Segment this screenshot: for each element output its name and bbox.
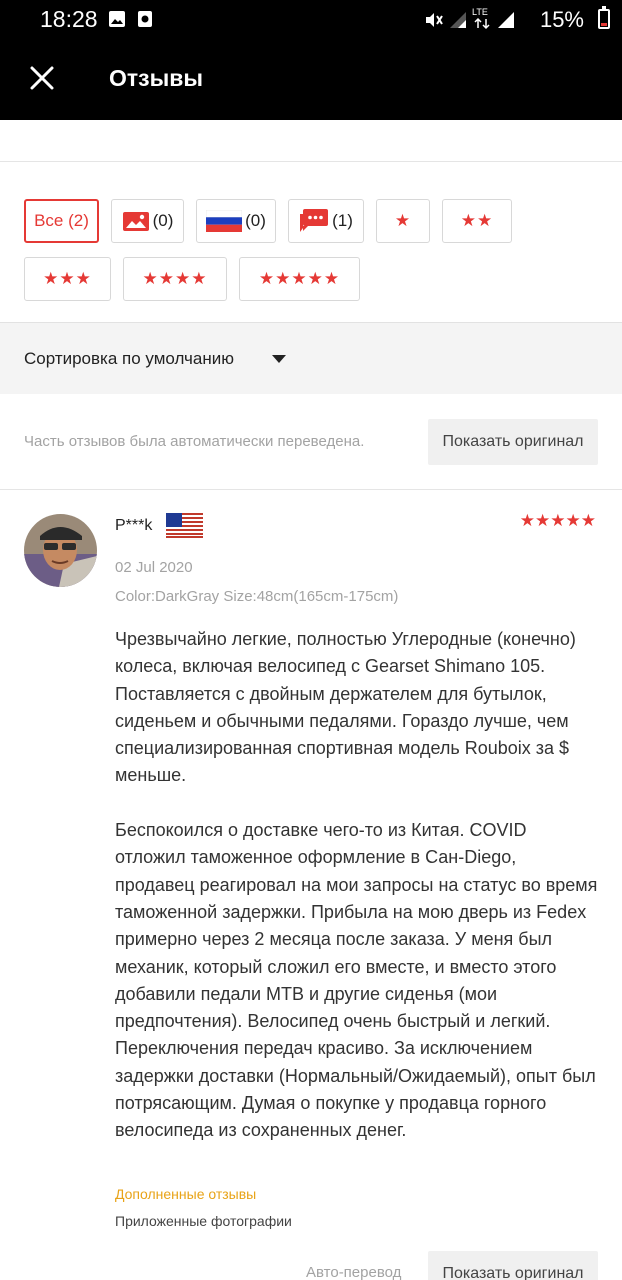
review-text: Чрезвычайно легкие, полностью Углеродные… (115, 629, 598, 1141)
filter-photos-count: (0) (152, 211, 174, 230)
battery-percent: 15% (539, 7, 584, 32)
spacer (0, 120, 622, 162)
translation-notice: Часть отзывов была автоматически перевед… (0, 394, 622, 490)
filter-5-stars[interactable]: ★★★★★ (239, 257, 360, 301)
filter-2-stars[interactable]: ★★ (442, 199, 512, 243)
sort-label: Сортировка по умолчанию (24, 349, 234, 368)
star-icon: ★★★★★ (258, 269, 341, 288)
filter-all-label: Все (2) (34, 211, 89, 230)
additional-reviews-link[interactable]: Дополненные отзывы (115, 1186, 256, 1202)
status-bar: 18:28 LTE 15% (0, 0, 622, 40)
record-icon (138, 11, 152, 27)
us-flag-icon (166, 513, 203, 538)
status-time: 18:28 (40, 6, 98, 32)
signal-icon (450, 12, 466, 28)
avatar (24, 514, 97, 587)
star-icon: ★★★★ (142, 269, 208, 288)
filter-comments[interactable]: (1) (288, 199, 364, 243)
review-variant: Color:DarkGray Size:48cm(165cm-175cm) (115, 588, 399, 605)
filter-1-star[interactable]: ★ (376, 199, 430, 243)
battery-icon (598, 6, 610, 29)
filter-all[interactable]: Все (2) (24, 199, 99, 243)
sort-dropdown[interactable]: Сортировка по умолчанию (0, 322, 622, 394)
filter-comments-count: (1) (332, 211, 353, 230)
close-icon[interactable] (26, 62, 58, 94)
filter-photos[interactable]: (0) (111, 199, 184, 243)
attached-photos-label: Приложенные фотографии (115, 1213, 292, 1229)
mute-icon (426, 13, 443, 27)
filter-country[interactable]: (0) (196, 199, 276, 243)
russia-flag-icon (206, 210, 243, 232)
photo-icon (122, 212, 149, 231)
review-date: 02 Jul 2020 (115, 559, 193, 576)
star-icon: ★★ (460, 211, 494, 230)
filter-4-stars[interactable]: ★★★★ (123, 257, 227, 301)
chevron-down-icon[interactable] (271, 354, 287, 364)
filter-panel: Все (2) (0) (0) (1) ★ ★★ ★★★ ★★★★ ★★★★★ (0, 163, 622, 322)
review-rating: ★★★★★ (519, 511, 596, 530)
star-icon: ★★★ (43, 269, 92, 288)
reviewer-name: P***k (115, 517, 153, 534)
svg-text:LTE: LTE (472, 7, 488, 17)
image-icon (109, 11, 125, 27)
star-icon: ★ (394, 211, 412, 230)
translation-notice-text: Часть отзывов была автоматически перевед… (24, 433, 365, 450)
lte-icon: LTE (472, 7, 490, 30)
show-original-button[interactable]: Показать оригинал (428, 419, 598, 465)
app-bar: Отзывы (0, 40, 622, 120)
review-show-original-button[interactable]: Показать оригинал (428, 1251, 598, 1280)
filter-3-stars[interactable]: ★★★ (24, 257, 111, 301)
signal-icon (498, 12, 514, 28)
page-title: Отзывы (109, 65, 204, 91)
comment-icon (300, 209, 329, 232)
filter-country-count: (0) (245, 211, 266, 230)
auto-translate-label: Авто-перевод (306, 1264, 402, 1280)
